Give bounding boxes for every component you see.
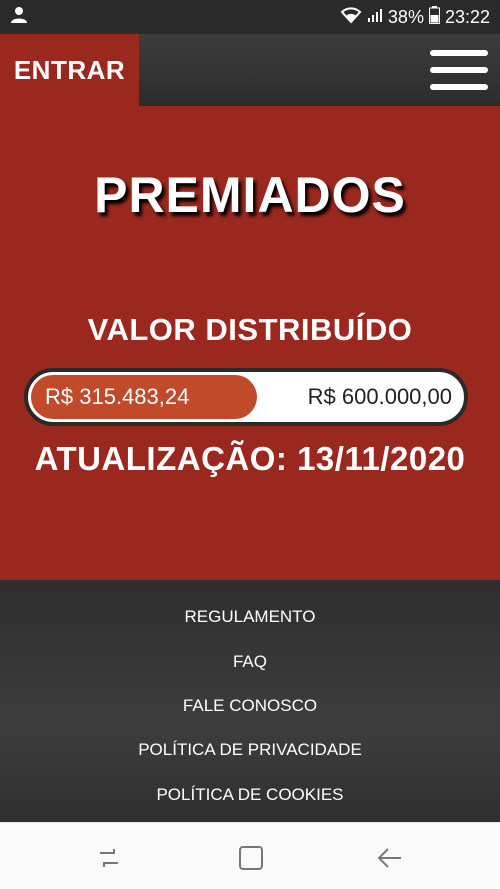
system-nav-bar bbox=[0, 822, 500, 889]
progress-fill: R$ 315.483,24 bbox=[31, 375, 258, 419]
user-icon bbox=[10, 6, 28, 29]
update-date: ATUALIZAÇÃO: 13/11/2020 bbox=[34, 440, 466, 477]
distribution-progress-bar: R$ 315.483,24 R$ 600.000,00 bbox=[24, 368, 468, 426]
recent-apps-icon[interactable] bbox=[94, 843, 124, 873]
hamburger-menu-icon[interactable] bbox=[430, 50, 488, 90]
signal-icon bbox=[367, 7, 383, 28]
back-icon[interactable] bbox=[375, 843, 405, 873]
progress-goal: R$ 600.000,00 bbox=[307, 384, 452, 409]
login-button[interactable]: ENTRAR bbox=[0, 34, 139, 106]
clock: 23:22 bbox=[444, 6, 490, 27]
page-title: PREMIADOS bbox=[94, 167, 406, 223]
footer: REGULAMENTO FAQ FALE CONOSCO POLÍTICA DE… bbox=[0, 580, 500, 822]
battery-percent: 38% bbox=[387, 6, 424, 27]
status-bar: 38% 23:22 bbox=[0, 0, 500, 34]
home-icon[interactable] bbox=[236, 843, 266, 873]
footer-link-faq[interactable]: FAQ bbox=[0, 652, 500, 672]
valor-distribuido-label: VALOR DISTRIBUÍDO bbox=[87, 312, 413, 347]
footer-link-fale-conosco[interactable]: FALE CONOSCO bbox=[0, 696, 500, 716]
battery-icon bbox=[428, 5, 440, 29]
header: ENTRAR bbox=[0, 34, 500, 106]
footer-link-privacidade[interactable]: POLÍTICA DE PRIVACIDADE bbox=[0, 740, 500, 760]
wifi-icon bbox=[340, 6, 362, 29]
footer-link-cookies[interactable]: POLÍTICA DE COOKIES bbox=[0, 785, 500, 805]
main-section: PREMIADOS VALOR DISTRIBUÍDO R$ 315.483,2… bbox=[0, 106, 500, 580]
footer-link-regulamento[interactable]: REGULAMENTO bbox=[0, 607, 500, 627]
